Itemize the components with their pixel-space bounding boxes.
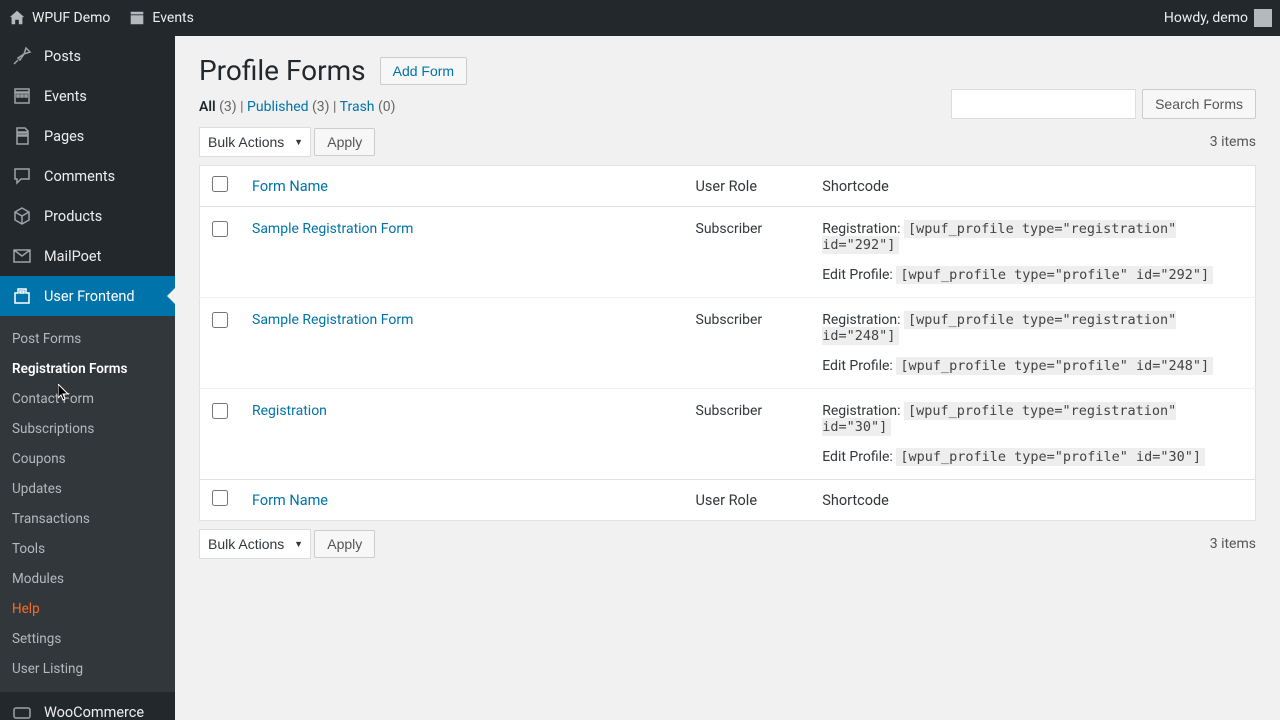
submenu-item-post-forms[interactable]: Post Forms	[0, 324, 175, 354]
events-link[interactable]: Events	[128, 9, 193, 27]
menu-label: User Frontend	[44, 288, 135, 305]
howdy-link[interactable]: Howdy, demo	[1164, 9, 1272, 27]
calendar-icon	[12, 86, 32, 106]
form-name-link[interactable]: Registration	[252, 403, 327, 419]
submenu-item-contact-form[interactable]: Contact Form	[0, 384, 175, 414]
cube-icon	[12, 206, 32, 226]
menu-item-posts[interactable]: Posts	[0, 36, 175, 76]
row-checkbox[interactable]	[212, 403, 228, 419]
main-content: Profile Forms Add Form All (3) | Publish…	[175, 36, 1280, 720]
menu-label: Events	[44, 88, 87, 105]
col-header-role: User Role	[684, 166, 811, 207]
site-name: WPUF Demo	[32, 10, 110, 26]
uf-icon	[12, 286, 32, 306]
menu-item-pages[interactable]: Pages	[0, 116, 175, 156]
col-footer-role: User Role	[684, 480, 811, 521]
select-all-top[interactable]	[212, 176, 228, 192]
menu-label: WooCommerce	[44, 704, 144, 720]
registration-label: Registration:	[822, 221, 900, 237]
items-count-bottom: 3 items	[1210, 536, 1256, 552]
menu-item-mailpoet[interactable]: MailPoet	[0, 236, 175, 276]
pin-icon	[12, 46, 32, 66]
submenu-item-modules[interactable]: Modules	[0, 564, 175, 594]
events-label: Events	[152, 10, 193, 26]
search-button[interactable]: Search Forms	[1142, 89, 1256, 119]
row-checkbox[interactable]	[212, 312, 228, 328]
filter-published[interactable]: Published (3)	[247, 99, 330, 115]
admin-bar: WPUF Demo Events Howdy, demo	[0, 0, 1280, 36]
select-all-bottom[interactable]	[212, 490, 228, 506]
mail-icon	[12, 246, 32, 266]
submenu-item-help[interactable]: Help	[0, 594, 175, 624]
shortcode-cell: Registration: [wpuf_profile type="regist…	[810, 389, 1255, 480]
filter-trash[interactable]: Trash (0)	[340, 99, 396, 115]
pages-icon	[12, 126, 32, 146]
col-header-name[interactable]: Form Name	[252, 178, 328, 195]
form-name-link[interactable]: Sample Registration Form	[252, 221, 413, 237]
menu-item-events[interactable]: Events	[0, 76, 175, 116]
comment-icon	[12, 166, 32, 186]
registration-label: Registration:	[822, 312, 900, 328]
apply-button-top[interactable]: Apply	[314, 128, 375, 156]
search-input[interactable]	[951, 89, 1136, 119]
col-footer-shortcode: Shortcode	[810, 480, 1255, 521]
menu-item-user-frontend[interactable]: User Frontend	[0, 276, 175, 316]
calendar-icon	[128, 9, 146, 27]
submenu-item-updates[interactable]: Updates	[0, 474, 175, 504]
submenu-item-user-listing[interactable]: User Listing	[0, 654, 175, 684]
menu-item-woocommerce[interactable]: WooCommerce	[0, 692, 175, 720]
woo-icon	[12, 702, 32, 720]
edit-profile-shortcode[interactable]: [wpuf_profile type="profile" id="292"]	[896, 266, 1213, 284]
col-footer-name[interactable]: Form Name	[252, 492, 328, 509]
menu-item-comments[interactable]: Comments	[0, 156, 175, 196]
howdy-text: Howdy, demo	[1164, 10, 1248, 26]
menu-item-products[interactable]: Products	[0, 196, 175, 236]
submenu-item-registration-forms[interactable]: Registration Forms	[0, 354, 175, 384]
menu-label: Products	[44, 208, 102, 225]
submenu-item-transactions[interactable]: Transactions	[0, 504, 175, 534]
edit-profile-label: Edit Profile:	[822, 358, 893, 374]
submenu-item-settings[interactable]: Settings	[0, 624, 175, 654]
filter-all[interactable]: All (3)	[199, 99, 237, 115]
user-role-cell: Subscriber	[684, 298, 811, 389]
col-header-shortcode: Shortcode	[810, 166, 1255, 207]
table-row: Sample Registration FormSubscriberRegist…	[200, 298, 1256, 389]
edit-profile-label: Edit Profile:	[822, 449, 893, 465]
site-link[interactable]: WPUF Demo	[8, 9, 110, 27]
user-role-cell: Subscriber	[684, 389, 811, 480]
apply-button-bottom[interactable]: Apply	[314, 530, 375, 558]
forms-table: Form Name User Role Shortcode Sample Reg…	[199, 165, 1256, 521]
home-icon	[8, 9, 26, 27]
user-role-cell: Subscriber	[684, 207, 811, 298]
submenu-item-subscriptions[interactable]: Subscriptions	[0, 414, 175, 444]
edit-profile-label: Edit Profile:	[822, 267, 893, 283]
table-row: RegistrationSubscriberRegistration: [wpu…	[200, 389, 1256, 480]
bulk-actions-select[interactable]: Bulk Actions	[199, 127, 311, 157]
row-checkbox[interactable]	[212, 221, 228, 237]
menu-label: MailPoet	[44, 248, 101, 265]
edit-profile-shortcode[interactable]: [wpuf_profile type="profile" id="30"]	[896, 448, 1205, 466]
table-row: Sample Registration FormSubscriberRegist…	[200, 207, 1256, 298]
admin-sidebar: Posts Events Pages Comments Products MailPoet…	[0, 36, 175, 720]
submenu-item-tools[interactable]: Tools	[0, 534, 175, 564]
edit-profile-shortcode[interactable]: [wpuf_profile type="profile" id="248"]	[896, 357, 1213, 375]
page-title: Profile Forms	[199, 54, 366, 87]
shortcode-cell: Registration: [wpuf_profile type="regist…	[810, 298, 1255, 389]
submenu: Post FormsRegistration FormsContact Form…	[0, 316, 175, 692]
items-count-top: 3 items	[1210, 134, 1256, 150]
menu-label: Comments	[44, 168, 115, 185]
shortcode-cell: Registration: [wpuf_profile type="regist…	[810, 207, 1255, 298]
bulk-actions-select-bottom[interactable]: Bulk Actions	[199, 529, 311, 559]
registration-label: Registration:	[822, 403, 900, 419]
submenu-item-coupons[interactable]: Coupons	[0, 444, 175, 474]
add-form-button[interactable]: Add Form	[380, 57, 467, 85]
menu-label: Posts	[44, 48, 81, 65]
avatar	[1254, 9, 1272, 27]
form-name-link[interactable]: Sample Registration Form	[252, 312, 413, 328]
menu-label: Pages	[44, 128, 84, 145]
